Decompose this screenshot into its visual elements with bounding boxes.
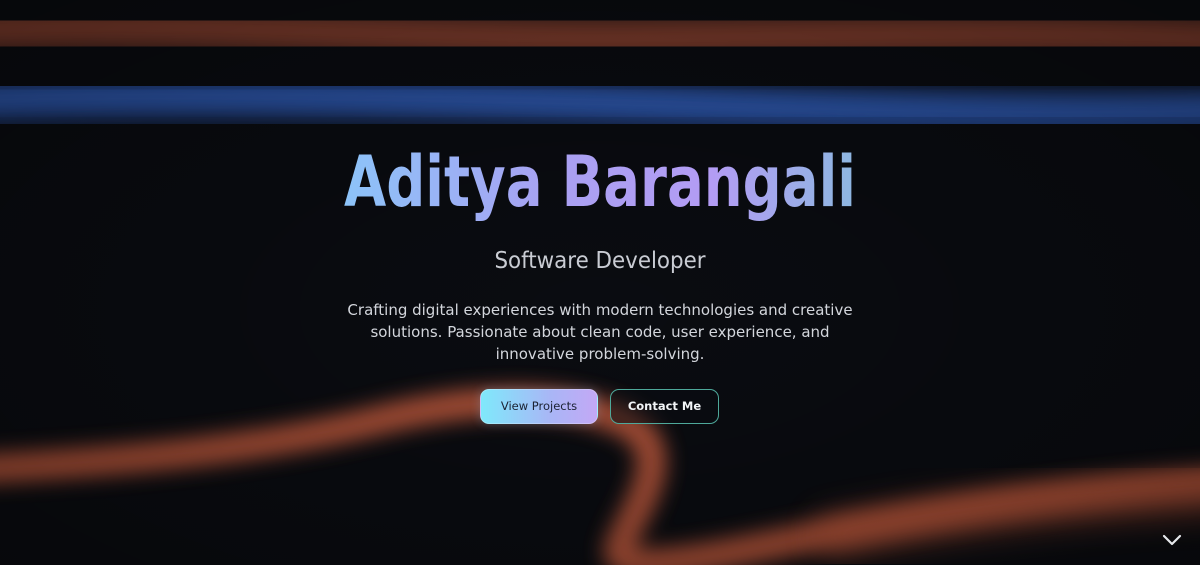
chevron-down-icon[interactable] <box>1160 530 1184 550</box>
contact-me-button[interactable]: Contact Me <box>610 389 719 424</box>
hero-content: Aditya Barangali Software Developer Craf… <box>0 0 1200 565</box>
hero-name-heading: Aditya Barangali <box>132 138 1068 226</box>
hero-description: Crafting digital experiences with modern… <box>347 301 853 363</box>
hero-role-subtitle: Software Developer <box>494 248 706 274</box>
hero-section: Aditya Barangali Software Developer Craf… <box>0 0 1200 565</box>
view-projects-button[interactable]: View Projects <box>480 389 598 424</box>
